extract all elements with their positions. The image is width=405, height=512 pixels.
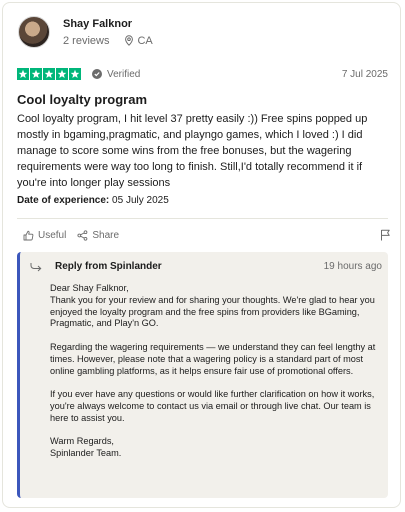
checkmark-icon [92, 69, 102, 79]
reply-signature: Spinlander Team. [50, 448, 122, 459]
avatar[interactable] [18, 16, 50, 48]
experience-label: Date of experience: [17, 195, 110, 206]
verified-badge[interactable]: Verified [92, 69, 140, 80]
reply-paragraph-1: Thank you for your review and for sharin… [50, 294, 375, 329]
rating-row: Verified 7 Jul 2025 [17, 68, 388, 80]
company-reply: Reply from Spinlander 19 hours ago Dear … [17, 252, 388, 498]
star-rating [17, 68, 82, 80]
reviewer-header[interactable]: Shay Falknor 2 reviews CA [18, 16, 153, 48]
review-card: Shay Falknor 2 reviews CA Verified 7 Jul… [2, 2, 401, 508]
review-title[interactable]: Cool loyalty program [17, 92, 147, 107]
reply-greeting: Dear Shay Falknor, [50, 283, 129, 293]
location-pin-icon [125, 35, 134, 46]
divider [17, 218, 388, 219]
star-icon [69, 68, 81, 80]
reply-arrow-icon [30, 262, 42, 271]
reply-title: Reply from Spinlander [55, 261, 162, 272]
review-date: 7 Jul 2025 [341, 68, 388, 80]
review-actions: Useful Share [23, 229, 391, 241]
verified-label: Verified [107, 68, 141, 80]
reply-paragraph-2: Regarding the wagering requirements — we… [50, 341, 376, 376]
review-body: Cool loyalty program, I hit level 37 pre… [17, 113, 368, 189]
thumbs-up-icon [23, 230, 34, 240]
share-label: Share [92, 229, 120, 241]
country-code: CA [137, 34, 153, 47]
review-count: 2 reviews [63, 34, 110, 47]
share-icon [77, 229, 88, 241]
reviewer-name[interactable]: Shay Falknor [63, 17, 153, 31]
star-icon [30, 68, 42, 80]
useful-label: Useful [38, 229, 67, 241]
reply-time: 19 hours ago [323, 261, 382, 272]
reviewer-location: CA [124, 34, 153, 48]
experience-date: 05 July 2025 [112, 195, 169, 206]
reply-signoff: Warm Regards, [50, 436, 114, 447]
reply-paragraph-3: If you ever have any questions or would … [50, 389, 375, 423]
reviewer-info: Shay Falknor 2 reviews CA [63, 17, 153, 48]
report-flag-button[interactable] [380, 229, 391, 241]
date-of-experience: Date of experience: 05 July 2025 [17, 195, 169, 206]
reply-header: Reply from Spinlander 19 hours ago [30, 261, 382, 272]
reviewer-meta: 2 reviews CA [63, 34, 153, 48]
star-icon [43, 68, 55, 80]
star-icon [56, 68, 68, 80]
star-icon [17, 68, 29, 80]
reply-body: Dear Shay Falknor, Thank you for your re… [50, 283, 380, 460]
flag-icon [381, 229, 390, 241]
share-button[interactable]: Share [77, 230, 119, 241]
useful-button[interactable]: Useful [23, 230, 66, 241]
